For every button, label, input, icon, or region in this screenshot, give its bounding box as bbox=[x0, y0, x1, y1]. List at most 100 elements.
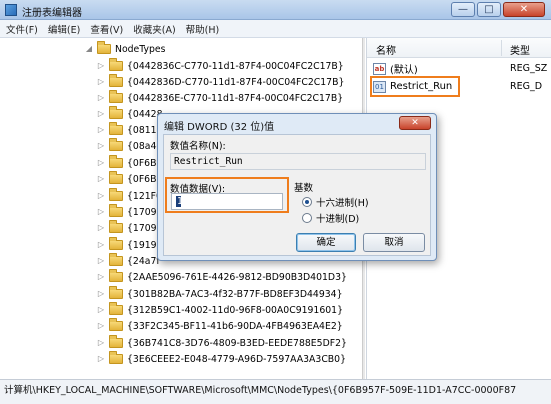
dialog-body: 数值名称(N): Restrict_Run 数值数据(V): 1 基数 十六进制… bbox=[163, 134, 431, 256]
title-bar: 注册表编辑器 — □ ✕ bbox=[0, 0, 551, 20]
folder-icon bbox=[109, 171, 123, 184]
dec-radio[interactable]: 十进制(D) bbox=[302, 211, 359, 225]
expand-icon[interactable]: ▷ bbox=[96, 272, 106, 282]
expand-icon[interactable]: ▷ bbox=[96, 125, 106, 135]
maximize-button[interactable]: □ bbox=[477, 2, 501, 17]
expand-icon[interactable]: ▷ bbox=[96, 141, 106, 151]
expand-icon[interactable]: ▷ bbox=[96, 338, 106, 348]
tree-node-label: {0442836C-C770-11d1-87F4-00C04FC2C17B} bbox=[127, 60, 344, 72]
expand-icon[interactable]: ▷ bbox=[96, 354, 106, 364]
tree-node[interactable]: ▷ {312B59C1-4002-11d0-96F8-00A0C9191601} bbox=[96, 302, 343, 318]
tree-node[interactable]: ▷ {3E6CEEE2-E048-4779-A96D-7597AA3A3CB0} bbox=[96, 351, 346, 367]
value-type: REG_SZ bbox=[510, 63, 548, 74]
menu-file[interactable]: 文件(F) bbox=[6, 22, 38, 36]
folder-icon bbox=[109, 286, 123, 299]
folder-icon bbox=[109, 351, 123, 364]
tree-node[interactable]: ▷ {121F0 bbox=[96, 188, 162, 204]
tree-node[interactable]: ▷ {0F6B9 bbox=[96, 171, 162, 187]
tree-node[interactable]: ▷ {17096 bbox=[96, 220, 163, 236]
tree-node-label: {312B59C1-4002-11d0-96F8-00A0C9191601} bbox=[127, 304, 344, 316]
expand-icon[interactable]: ▷ bbox=[96, 77, 106, 87]
tree-node-label: NodeTypes bbox=[115, 43, 166, 55]
folder-icon bbox=[109, 237, 123, 250]
tree-node[interactable]: ▷ {24a7f bbox=[96, 253, 160, 269]
highlight-box bbox=[370, 76, 460, 97]
folder-icon bbox=[109, 220, 123, 233]
expand-icon[interactable]: ▷ bbox=[96, 289, 106, 299]
tree-node[interactable]: ▷ {2AAE5096-761E-4426-9812-BD90B3D401D3} bbox=[96, 269, 347, 285]
menu-edit[interactable]: 编辑(E) bbox=[48, 22, 80, 36]
expand-icon[interactable]: ▷ bbox=[96, 321, 106, 331]
folder-icon bbox=[109, 302, 123, 315]
column-divider[interactable] bbox=[501, 40, 502, 56]
dialog-close-button[interactable]: ✕ bbox=[399, 116, 431, 130]
tree-node-label: {3E6CEEE2-E048-4779-A96D-7597AA3A3CB0} bbox=[127, 353, 347, 365]
radio-selected-icon[interactable] bbox=[302, 197, 312, 207]
tree-node-label: {2AAE5096-761E-4426-9812-BD90B3D401D3} bbox=[127, 271, 347, 283]
tree-node[interactable]: ▷ {33F2C345-BF11-41b6-90DA-4FB4963EA4E2} bbox=[96, 318, 343, 334]
hex-radio[interactable]: 十六进制(H) bbox=[302, 195, 369, 209]
value-name: (默认) bbox=[390, 65, 418, 76]
tree-node[interactable]: ▷ {0442836E-C770-11d1-87F4-00C04FC2C17B} bbox=[96, 90, 343, 106]
expand-icon[interactable]: ▷ bbox=[96, 109, 106, 119]
tree-node-label: {0442836E-C770-11d1-87F4-00C04FC2C17B} bbox=[127, 92, 344, 104]
tree-node[interactable]: ▷ {04428 bbox=[96, 106, 163, 122]
tree-node[interactable]: ▷ {08114 bbox=[96, 122, 163, 138]
folder-icon bbox=[109, 106, 123, 119]
column-header-name[interactable]: 名称 bbox=[376, 42, 396, 57]
tree-node-label: {0442836D-C770-11d1-87F4-00C04FC2C17B} bbox=[127, 76, 345, 88]
base-group: 基数 十六进制(H) 十进制(D) bbox=[294, 176, 422, 225]
cancel-button[interactable]: 取消 bbox=[363, 233, 425, 252]
expand-icon[interactable]: ▷ bbox=[96, 240, 106, 250]
expand-icon[interactable]: ▷ bbox=[96, 207, 106, 217]
menu-favorites[interactable]: 收藏夹(A) bbox=[133, 22, 175, 36]
tree-node[interactable]: ▷ {0F6B9 bbox=[96, 155, 162, 171]
folder-icon bbox=[109, 58, 123, 71]
tree-node-label: {301B82BA-7AC3-4f32-B77F-BD8EF3D44934} bbox=[127, 288, 343, 300]
close-button[interactable]: ✕ bbox=[503, 2, 545, 17]
tree-node[interactable]: ▷ {19195 bbox=[96, 237, 163, 253]
value-row-default[interactable]: ab (默认) REG_SZ bbox=[373, 60, 551, 77]
dialog-title: 编辑 DWORD (32 位)值 bbox=[164, 122, 275, 133]
folder-icon bbox=[109, 122, 123, 135]
value-name-label: 数值名称(N): bbox=[170, 141, 226, 152]
folder-icon bbox=[109, 269, 123, 282]
highlight-box bbox=[165, 177, 289, 213]
tree-node-label: {33F2C345-BF11-41b6-90DA-4FB4963EA4E2} bbox=[127, 320, 343, 332]
ok-button[interactable]: 确定 bbox=[296, 233, 356, 252]
expand-icon[interactable]: ▷ bbox=[96, 93, 106, 103]
tree-node-nodetypes[interactable]: ◢ NodeTypes bbox=[84, 41, 165, 57]
tree-node[interactable]: ▷ {301B82BA-7AC3-4f32-B77F-BD8EF3D44934} bbox=[96, 286, 343, 302]
expand-icon[interactable]: ▷ bbox=[96, 305, 106, 315]
expand-icon[interactable]: ▷ bbox=[96, 174, 106, 184]
folder-icon bbox=[109, 253, 123, 266]
radio-unselected-icon[interactable] bbox=[302, 213, 312, 223]
tree-node[interactable]: ▷ {0442836D-C770-11d1-87F4-00C04FC2C17B} bbox=[96, 74, 344, 90]
folder-icon bbox=[109, 90, 123, 103]
folder-icon bbox=[109, 335, 123, 348]
expand-icon[interactable]: ▷ bbox=[96, 223, 106, 233]
expand-icon[interactable]: ▷ bbox=[96, 61, 106, 71]
window-controls: — □ ✕ bbox=[451, 2, 545, 17]
column-header-type[interactable]: 类型 bbox=[510, 42, 530, 57]
collapse-icon[interactable]: ◢ bbox=[84, 44, 94, 54]
expand-icon[interactable]: ▷ bbox=[96, 191, 106, 201]
edit-dword-dialog: 编辑 DWORD (32 位)值 ✕ 数值名称(N): Restrict_Run… bbox=[157, 113, 437, 261]
tree-node[interactable]: ▷ {36B741C8-3D76-4809-B3ED-EEDE788E5DF2} bbox=[96, 335, 347, 351]
base-label: 基数 bbox=[294, 183, 314, 194]
minimize-button[interactable]: — bbox=[451, 2, 475, 17]
expand-icon[interactable]: ▷ bbox=[96, 256, 106, 266]
list-header: 名称 类型 bbox=[367, 38, 551, 58]
expand-icon[interactable]: ▷ bbox=[96, 158, 106, 168]
tree-node[interactable]: ▷ {08a4e bbox=[96, 138, 162, 154]
tree-node-label: {36B741C8-3D76-4809-B3ED-EEDE788E5DF2} bbox=[127, 337, 347, 349]
folder-icon bbox=[109, 204, 123, 217]
hex-radio-label: 十六进制(H) bbox=[316, 198, 369, 209]
menu-view[interactable]: 查看(V) bbox=[90, 22, 123, 36]
tree-node-label: {24a7f bbox=[127, 255, 160, 267]
menu-help[interactable]: 帮助(H) bbox=[186, 22, 220, 36]
value-type: REG_D bbox=[510, 81, 543, 92]
folder-icon bbox=[109, 74, 123, 87]
tree-node[interactable]: ▷ {17096 bbox=[96, 204, 163, 220]
tree-node[interactable]: ▷ {0442836C-C770-11d1-87F4-00C04FC2C17B} bbox=[96, 58, 344, 74]
